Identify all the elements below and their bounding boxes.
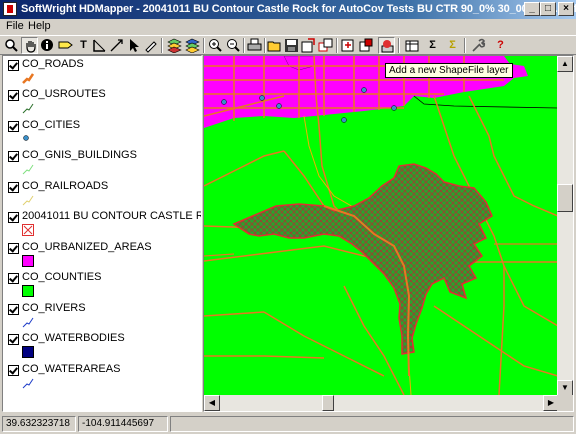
menu-help[interactable]: Help — [28, 20, 51, 32]
minimize-button[interactable]: _ — [524, 2, 540, 16]
table-view-icon[interactable] — [404, 37, 421, 54]
layer-checkbox[interactable] — [8, 182, 19, 193]
layer-checkbox[interactable] — [8, 90, 19, 101]
map-canvas[interactable] — [204, 56, 558, 395]
layer-checkbox[interactable] — [8, 121, 19, 132]
layer-name: CO_RAILROADS — [22, 180, 109, 192]
legend-item-railroads[interactable]: CO_RAILROADS — [3, 178, 201, 208]
fill-symbol-icon — [22, 255, 34, 267]
layer-name: CO_USROUTES — [22, 88, 106, 100]
horizontal-scrollbar[interactable]: ◀ ▶ — [204, 395, 559, 411]
layer-checkbox[interactable] — [8, 212, 19, 223]
legend-item-roads[interactable]: CO_ROADS — [3, 56, 201, 86]
pan-hand-icon[interactable] — [21, 37, 38, 54]
edit-pencil-icon[interactable] — [142, 37, 159, 54]
print-icon[interactable] — [246, 37, 263, 54]
text-tool-icon[interactable]: T — [75, 37, 92, 54]
layers-icon[interactable] — [166, 37, 183, 54]
layer-name: CO_GNIS_BUILDINGS — [22, 149, 137, 161]
label-tag-icon[interactable] — [57, 37, 74, 54]
legend-item-contour[interactable]: 20041011 BU CONTOUR CASTLE ROCK FOR AUTO… — [3, 208, 201, 238]
open-folder-icon[interactable] — [266, 37, 283, 54]
line-symbol-icon — [22, 378, 34, 389]
measure-icon[interactable] — [91, 37, 108, 54]
fill-symbol-icon — [22, 346, 34, 358]
point-symbol-icon — [23, 135, 29, 141]
tools-wrench-icon[interactable] — [470, 37, 487, 54]
status-bar: 39.632323718 -104.911445697 — [0, 414, 576, 434]
help-icon[interactable]: ? — [492, 37, 509, 54]
zoom-in-icon[interactable] — [207, 37, 224, 54]
layer-name: CO_COUNTIES — [22, 271, 102, 283]
layer-checkbox[interactable] — [8, 334, 19, 345]
layer-checkbox[interactable] — [8, 304, 19, 315]
layer-name: CO_RIVERS — [22, 302, 86, 314]
status-message — [170, 416, 574, 432]
layer-properties-icon[interactable] — [358, 37, 375, 54]
sum-highlight-icon[interactable]: Σ — [444, 37, 461, 54]
pointer-arrow-icon[interactable] — [125, 37, 142, 54]
line-symbol-icon — [22, 73, 34, 84]
distance-line-icon[interactable] — [108, 37, 125, 54]
scroll-left-icon[interactable]: ◀ — [204, 395, 220, 411]
legend-item-cities[interactable]: CO_CITIES — [3, 117, 201, 147]
layer-legend-panel: CO_ROADS CO_USROUTES CO_CITIES CO_GNIS_B… — [2, 55, 202, 412]
legend-item-urbanized-areas[interactable]: CO_URBANIZED_AREAS — [3, 239, 201, 269]
layer-checkbox[interactable] — [8, 60, 19, 71]
add-layer-icon[interactable] — [340, 37, 357, 54]
layer-name: CO_CITIES — [22, 119, 81, 131]
zoom-tool-icon[interactable] — [3, 37, 20, 54]
scroll-up-icon[interactable]: ▲ — [557, 56, 573, 72]
title-bar: SoftWright HDMapper - 20041011 BU Contou… — [0, 0, 576, 19]
map-view[interactable]: ▲ ▼ ◀ ▶ — [203, 55, 574, 412]
legend-item-counties[interactable]: CO_COUNTIES — [3, 269, 201, 299]
fill-symbol-icon — [22, 285, 34, 297]
layers-alt-icon[interactable] — [184, 37, 201, 54]
copy-icon[interactable] — [317, 37, 334, 54]
layer-name: CO_ROADS — [22, 58, 84, 70]
line-symbol-icon — [22, 103, 34, 114]
menu-bar: File Help — [0, 19, 576, 35]
layer-checkbox[interactable] — [8, 151, 19, 162]
scroll-corner — [557, 395, 573, 411]
line-symbol-icon — [22, 164, 34, 175]
window-title: SoftWright HDMapper - 20041011 BU Contou… — [21, 3, 576, 15]
line-symbol-icon — [22, 317, 34, 328]
vertical-scrollbar[interactable]: ▲ ▼ — [557, 56, 573, 396]
info-icon[interactable] — [39, 37, 56, 54]
layer-name: CO_WATERAREAS — [22, 363, 121, 375]
line-symbol-icon — [22, 195, 34, 206]
sum-icon[interactable]: Σ — [424, 37, 441, 54]
maximize-button[interactable]: □ — [540, 2, 556, 16]
legend-item-gnis-buildings[interactable]: CO_GNIS_BUILDINGS — [3, 147, 201, 177]
zoom-out-icon[interactable] — [225, 37, 242, 54]
hatch-symbol-icon — [22, 224, 34, 236]
layer-name: CO_URBANIZED_AREAS — [22, 241, 152, 253]
save-disk-icon[interactable] — [283, 37, 300, 54]
toolbar-tooltip: Add a new ShapeFile layer — [385, 63, 513, 78]
layer-name: CO_WATERBODIES — [22, 332, 125, 344]
longitude-readout: -104.911445697 — [78, 416, 168, 432]
legend-item-waterareas[interactable]: CO_WATERAREAS — [3, 361, 201, 391]
menu-file[interactable]: File — [6, 20, 24, 32]
app-icon — [3, 2, 17, 16]
layer-checkbox[interactable] — [8, 365, 19, 376]
export-icon[interactable] — [300, 37, 317, 54]
legend-item-rivers[interactable]: CO_RIVERS — [3, 300, 201, 330]
scroll-down-icon[interactable]: ▼ — [557, 380, 573, 396]
horizontal-scroll-thumb[interactable] — [322, 395, 334, 411]
latitude-readout: 39.632323718 — [2, 416, 76, 432]
add-shapefile-icon[interactable] — [378, 37, 395, 54]
close-button[interactable]: × — [558, 2, 574, 16]
layer-checkbox[interactable] — [8, 243, 19, 254]
toolbar: T Σ Σ ? — [0, 35, 576, 55]
layer-name: 20041011 BU CONTOUR CASTLE ROCK FOR AUTO… — [22, 210, 201, 222]
vertical-scroll-thumb[interactable] — [557, 184, 573, 212]
legend-item-usroutes[interactable]: CO_USROUTES — [3, 86, 201, 116]
legend-item-waterbodies[interactable]: CO_WATERBODIES — [3, 330, 201, 360]
layer-checkbox[interactable] — [8, 273, 19, 284]
